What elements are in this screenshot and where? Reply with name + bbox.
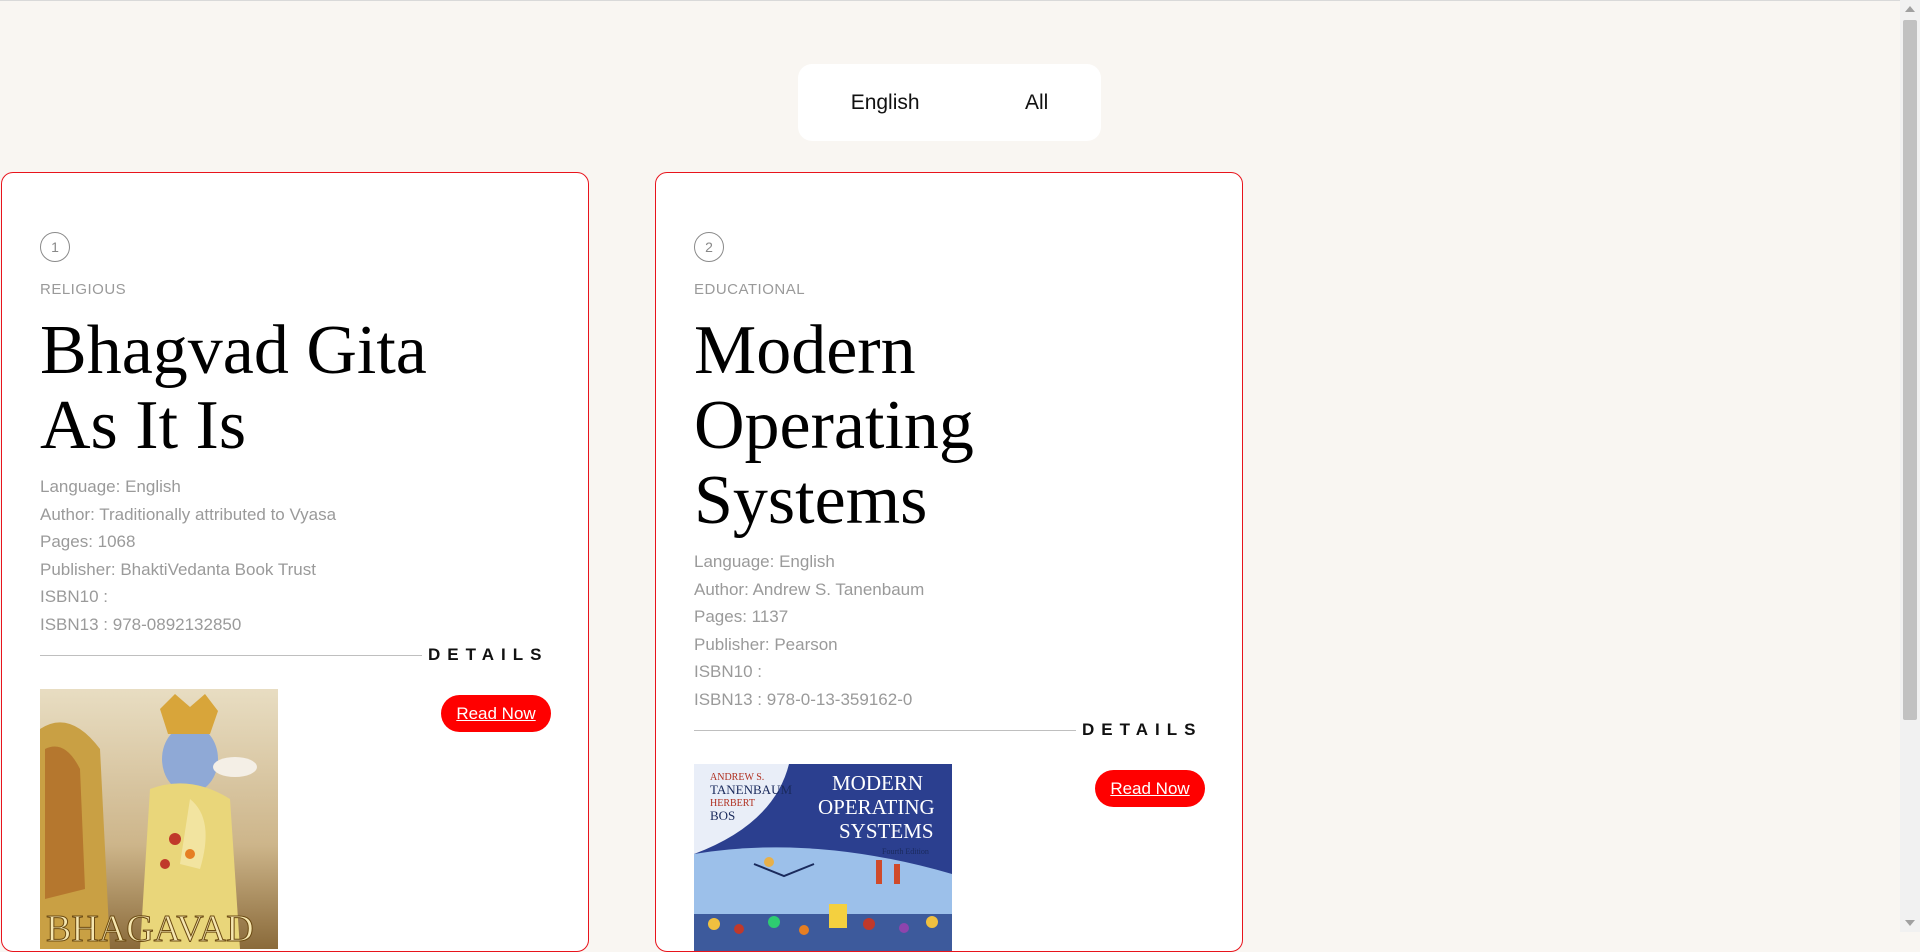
cover-title-text: BHAGAVAD (46, 908, 254, 949)
book-isbn13: ISBN13 : 978-0-13-359162-0 (694, 689, 913, 709)
details-link[interactable]: DETAILS (1082, 720, 1202, 740)
book-author: Author: Traditionally attributed to Vyas… (40, 504, 337, 524)
details-row: DETAILS (694, 718, 1204, 742)
book-author: Author: Andrew S. Tanenbaum (694, 579, 925, 599)
book-pages: Pages: 1137 (694, 607, 789, 626)
book-publisher: Publisher: BhaktiVedanta Book Trust (40, 559, 316, 579)
book-number-badge: 2 (694, 232, 724, 262)
details-row: DETAILS (40, 643, 550, 667)
book-language: Language: English (40, 477, 181, 496)
book-category: EDUCATIONAL (694, 281, 806, 298)
cover-title-line: MODERN (832, 771, 923, 795)
book-language: Language: English (694, 552, 835, 571)
book-title-line: Modern (694, 312, 916, 389)
details-link[interactable]: DETAILS (428, 645, 548, 665)
book-cover-image: ANDREW S. TANENBAUM HERBERT BOS MODERN O… (694, 764, 952, 951)
vertical-scrollbar[interactable] (1900, 0, 1920, 932)
book-card: 2 EDUCATIONAL Modern Operating Systems L… (655, 172, 1243, 952)
book-pages: Pages: 1068 (40, 532, 136, 551)
details-divider (40, 655, 422, 656)
scroll-down-arrow-icon[interactable] (1905, 920, 1915, 926)
book-category: RELIGIOUS (40, 281, 127, 298)
cover-author-line: TANENBAUM (710, 782, 792, 797)
book-cover-image: BHAGAVAD (40, 689, 278, 949)
book-isbn13: ISBN13 : 978-0892132850 (40, 614, 242, 634)
book-title: Modern Operating Systems (694, 313, 1154, 538)
book-isbn10: ISBN10 : (40, 587, 109, 606)
book-title-line: Bhagvad Gita (40, 312, 427, 389)
read-now-button[interactable]: Read Now (441, 695, 551, 732)
cover-author-line: BOS (710, 808, 735, 823)
read-now-button[interactable]: Read Now (1095, 770, 1205, 807)
details-divider (694, 730, 1076, 731)
scrollbar-thumb[interactable] (1903, 20, 1917, 720)
book-isbn10: ISBN10 : (694, 662, 763, 681)
filter-english-button[interactable]: English (837, 83, 934, 123)
cover-title-line: SYSTEMS (839, 819, 934, 843)
book-card: 1 RELIGIOUS Bhagvad Gita As It Is Langua… (1, 172, 589, 952)
book-publisher: Publisher: Pearson (694, 634, 838, 654)
cover-edition: Fourth Edition (882, 847, 929, 856)
book-number-badge: 1 (40, 232, 70, 262)
top-border (0, 0, 1900, 1)
book-meta: Language: English Author: Traditionally … (40, 473, 540, 638)
language-filter-bar: English All (798, 64, 1101, 141)
book-title-line: Operating (694, 387, 974, 464)
book-title: Bhagvad Gita As It Is (40, 313, 500, 463)
cover-title-line: OPERATING (818, 795, 935, 819)
book-meta: Language: English Author: Andrew S. Tane… (694, 548, 1194, 713)
scroll-up-arrow-icon[interactable] (1905, 6, 1915, 12)
filter-all-button[interactable]: All (1011, 83, 1062, 123)
book-title-line: Systems (694, 462, 928, 539)
book-title-line: As It Is (40, 387, 247, 464)
